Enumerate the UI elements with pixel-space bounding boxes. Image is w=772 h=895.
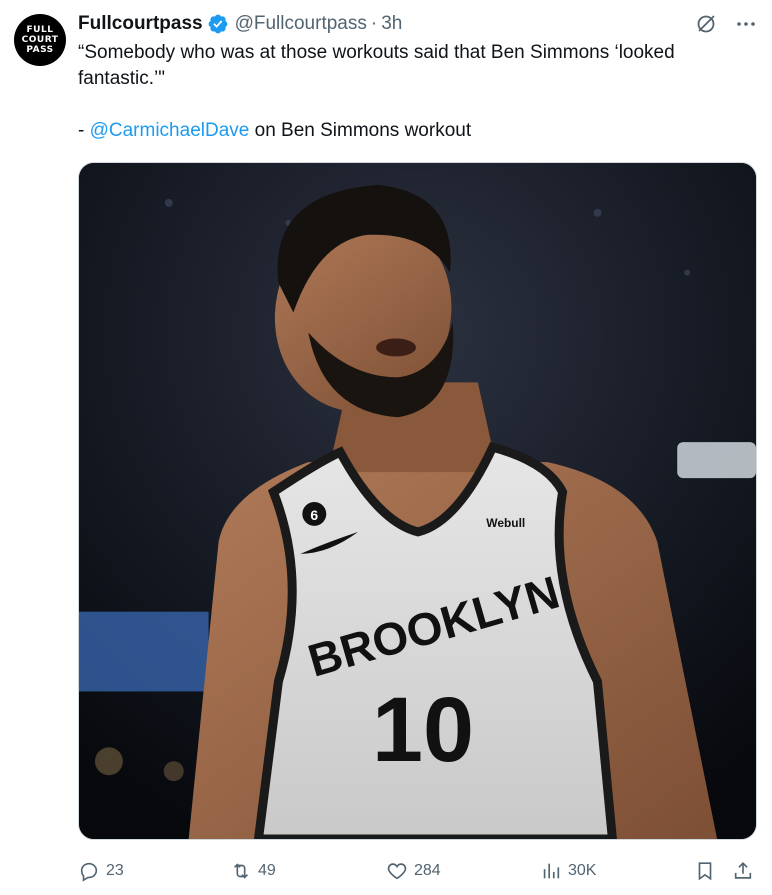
jersey-number-text: 10: [372, 679, 474, 781]
repost-button[interactable]: 49: [230, 860, 276, 882]
tweet-attribution: - @CarmichaelDave on Ben Simmons workout: [78, 118, 758, 144]
tweet[interactable]: FULL COURT PASS Fullcourtpass @Fullcourt…: [0, 0, 772, 895]
tweet-photo[interactable]: BROOKLYN 10 6 Webull: [78, 162, 757, 840]
mention-link[interactable]: @CarmichaelDave: [90, 120, 250, 141]
author-handle[interactable]: @Fullcourtpass: [235, 13, 367, 35]
attribution-suffix: on Ben Simmons workout: [249, 120, 472, 141]
grok-icon[interactable]: [694, 12, 718, 36]
bookmark-icon: [698, 862, 712, 881]
reply-count: 23: [106, 862, 124, 879]
repost-count: 49: [258, 862, 276, 879]
separator-dot: ·: [370, 13, 378, 34]
like-count: 284: [414, 862, 441, 879]
bookmark-button[interactable]: [694, 860, 716, 882]
jersey-patch-number: 6: [310, 507, 318, 523]
share-button[interactable]: [732, 860, 754, 882]
like-button[interactable]: 284: [386, 860, 441, 882]
tweet-header: Fullcourtpass @Fullcourtpass · 3h: [78, 12, 402, 36]
verified-badge-icon: [207, 13, 229, 35]
tweet-time[interactable]: 3h: [381, 13, 402, 35]
top-actions: [694, 12, 758, 36]
avatar-text-3: PASS: [26, 44, 54, 55]
reply-icon: [80, 862, 98, 882]
reply-button[interactable]: 23: [78, 860, 124, 882]
avatar[interactable]: FULL COURT PASS: [14, 14, 66, 66]
attribution-prefix: -: [78, 120, 90, 141]
views-button[interactable]: 30K: [540, 860, 596, 882]
player-photo-illustration: BROOKLYN 10 6 Webull: [79, 163, 756, 839]
jersey-sponsor-text: Webull: [486, 516, 525, 530]
tweet-quote: “Somebody who was at those workouts said…: [78, 42, 675, 89]
tweet-text: “Somebody who was at those workouts said…: [78, 40, 758, 144]
views-count: 30K: [568, 862, 597, 879]
author-name[interactable]: Fullcourtpass: [78, 13, 203, 35]
more-icon[interactable]: [734, 12, 758, 36]
repost-icon: [233, 863, 249, 879]
share-icon: [734, 862, 752, 879]
avatar-text-1: FULL: [26, 24, 54, 35]
views-chart-icon: [543, 863, 560, 879]
heart-icon: [387, 863, 407, 880]
avatar-text-2: COURT: [21, 34, 59, 45]
action-bar: 23 49 284 30K: [78, 855, 758, 887]
